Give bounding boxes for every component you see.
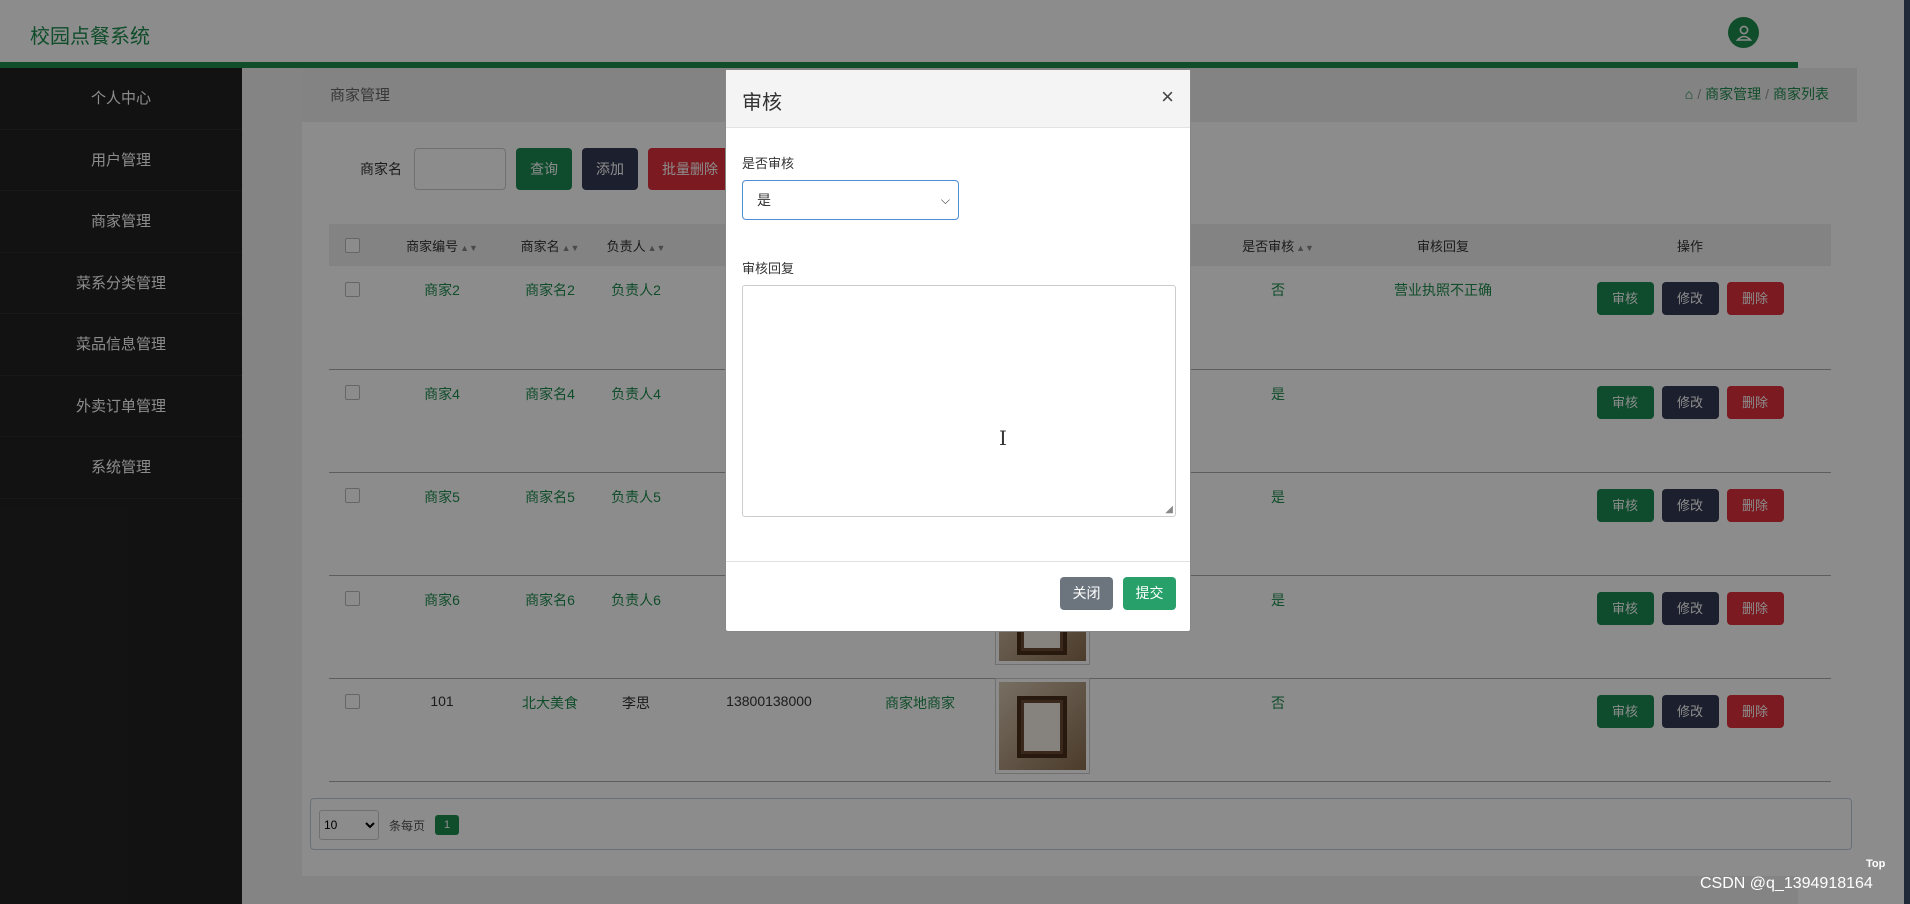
modal-title: 审核	[742, 92, 782, 114]
close-icon[interactable]: ×	[1161, 84, 1174, 110]
audit-select[interactable]: 是 ⌵	[742, 180, 959, 220]
back-to-top[interactable]: Top	[1866, 858, 1885, 870]
text-cursor-icon: I	[999, 426, 1007, 450]
audit-field-label: 是否审核	[742, 156, 795, 171]
resize-handle-icon[interactable]: ◢	[1165, 504, 1173, 515]
modal-header: 审核 ×	[726, 70, 1190, 128]
audit-modal: 审核 × 是否审核 是 ⌵ 审核回复 ◢ I 关闭 提交	[725, 69, 1191, 632]
modal-footer: 关闭 提交	[726, 561, 1190, 631]
close-button[interactable]: 关闭	[1060, 577, 1113, 610]
submit-button[interactable]: 提交	[1123, 577, 1176, 610]
reply-textarea[interactable]: ◢	[742, 285, 1176, 517]
watermark: CSDN @q_1394918164	[1700, 875, 1873, 892]
chevron-down-icon: ⌵	[940, 193, 950, 207]
reply-field-label: 审核回复	[742, 261, 795, 276]
